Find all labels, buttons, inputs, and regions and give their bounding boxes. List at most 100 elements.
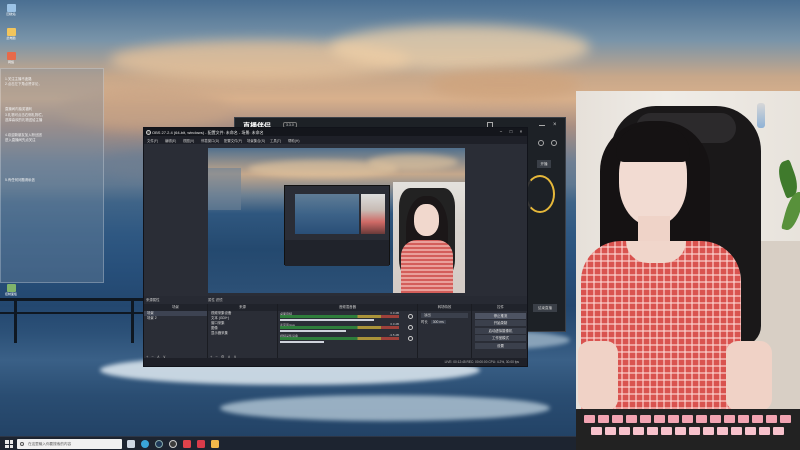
- network-icon: [6, 52, 16, 60]
- keyboard-key: [633, 427, 644, 435]
- wallpaper-railing: [0, 312, 145, 314]
- obs-logo-icon: [146, 129, 151, 135]
- go-live-button[interactable]: 开播: [537, 160, 551, 168]
- keyboard-key: [626, 415, 637, 423]
- start-button[interactable]: [5, 440, 13, 448]
- scenes-dock-title: 场景: [144, 304, 207, 311]
- end-live-button[interactable]: 结束直播: [533, 304, 557, 312]
- obs-preview[interactable]: [208, 148, 465, 293]
- speaker-icon[interactable]: [408, 336, 413, 341]
- transition-select[interactable]: 淡出: [421, 313, 468, 318]
- control-panel-icon: [6, 284, 16, 292]
- maximize-button[interactable]: □: [507, 129, 515, 135]
- scenes-dock: 场景 场景 场景 2 + − ∧ ∨: [144, 304, 208, 360]
- live-helper-icon[interactable]: [183, 440, 191, 448]
- keyboard-key: [598, 415, 609, 423]
- minimize-button[interactable]: −: [497, 129, 505, 135]
- keyboard-key: [619, 427, 630, 435]
- keyboard-key: [668, 415, 679, 423]
- transitions-dock: 转场特效 淡出 时长 300 ms: [418, 304, 472, 360]
- preview-camera-source: [393, 182, 465, 293]
- keyboard-key: [682, 415, 693, 423]
- desktop-icon-label: 此电脑: [6, 36, 16, 40]
- source-toolbar[interactable]: 属性 滤镜: [208, 297, 223, 302]
- settings-button[interactable]: 设置: [475, 342, 526, 349]
- menu-tools[interactable]: 工具(T): [270, 138, 281, 143]
- menu-help[interactable]: 帮助(H): [288, 138, 300, 143]
- close-button[interactable]: ×: [517, 129, 525, 135]
- audio-mixer-dock: 音频混音器 桌面音频 0.0 dB 麦克风/Aux 0.0 dB 视频采集设备 …: [278, 304, 418, 360]
- start-recording-button[interactable]: 开始录制: [475, 320, 526, 326]
- mixer-volume-slider[interactable]: [280, 341, 324, 343]
- task-view-icon[interactable]: [127, 440, 135, 448]
- close-icon[interactable]: ×: [553, 122, 559, 128]
- preview-nested-obs: [284, 185, 390, 266]
- mixer-volume-slider[interactable]: [280, 330, 346, 332]
- speaker-icon[interactable]: [408, 325, 413, 330]
- edge-icon[interactable]: [141, 440, 149, 448]
- obs-titlebar[interactable]: OBS 27.2.4 (64-bit, windows) - 配置文件: 未命名…: [144, 128, 527, 136]
- webcam-overlay: [576, 91, 800, 450]
- mixer-track[interactable]: 桌面音频 0.0 dB: [278, 311, 417, 322]
- desktop-icon-recycle-bin[interactable]: 回收站: [3, 4, 19, 18]
- webcam-bangs: [616, 126, 690, 162]
- duration-label: 时长: [421, 320, 428, 324]
- properties-tab[interactable]: 来源属性: [146, 297, 160, 302]
- keyboard-key: [703, 427, 714, 435]
- desktop-icon-label: 回收站: [6, 12, 16, 16]
- mixer-meter: [280, 315, 399, 318]
- obs-icon[interactable]: [169, 440, 177, 448]
- transitions-title: 转场特效: [418, 304, 471, 311]
- mixer-track[interactable]: 视频采集设备 -3.5 dB: [278, 333, 417, 344]
- keyboard-key: [584, 415, 595, 423]
- source-item[interactable]: 显示器采集: [208, 331, 277, 336]
- app-icon[interactable]: [197, 440, 205, 448]
- windows-logo-icon: [5, 444, 9, 448]
- search-icon: [20, 441, 24, 446]
- share-icon[interactable]: [551, 140, 557, 146]
- desktop-icon-computer[interactable]: 此电脑: [3, 28, 19, 42]
- menu-docks[interactable]: 停靠窗口(D): [201, 138, 219, 143]
- preview-note-window: [208, 168, 241, 210]
- obs-statusbar: LIVE: 00:12:45 REC: 00:00:00 CPU: 4.2%, …: [144, 358, 527, 366]
- transition-duration[interactable]: 时长 300 ms: [418, 320, 471, 325]
- taskbar-search-placeholder: 在这里输入你要搜索的内容: [28, 442, 72, 446]
- taskbar-search[interactable]: 在这里输入你要搜索的内容: [17, 439, 122, 449]
- preview-nested-canvas: [295, 194, 359, 234]
- computer-icon: [6, 28, 16, 36]
- menu-edit[interactable]: 编辑(E): [165, 138, 176, 143]
- camera-dress: [401, 240, 453, 293]
- preview-nested-camera: [361, 194, 385, 234]
- desktop-icon-label: 控制面板: [4, 292, 17, 296]
- keyboard-key: [731, 427, 742, 435]
- steam-icon[interactable]: [155, 440, 163, 448]
- minimize-icon[interactable]: [539, 122, 545, 126]
- mixer-volume-slider[interactable]: [280, 319, 374, 321]
- speaker-icon[interactable]: [408, 314, 413, 319]
- file-explorer-icon[interactable]: [211, 440, 219, 448]
- sources-dock-title: 来源: [208, 304, 277, 311]
- menu-profile[interactable]: 配置文件(P): [224, 138, 242, 143]
- windows-logo-icon: [9, 444, 13, 448]
- desktop-icon-control-panel[interactable]: 控制面板: [3, 284, 19, 298]
- webcam-arm: [578, 341, 618, 411]
- keyboard-key: [717, 427, 728, 435]
- menu-file[interactable]: 文件(F): [147, 138, 158, 143]
- message-icon[interactable]: [538, 140, 544, 146]
- obs-window[interactable]: OBS 27.2.4 (64-bit, windows) - 配置文件: 未命名…: [143, 127, 528, 367]
- stop-streaming-button[interactable]: 停止推流: [475, 312, 526, 319]
- menu-scene-collection[interactable]: 场景集合(S): [247, 138, 265, 143]
- virtual-camera-button[interactable]: 启动虚拟摄像机: [475, 327, 526, 334]
- note-window[interactable]: 1.关注主播不迷路 2.点击左下角点赞评论， 直播间内抽奖福利 3.礼物可点击右…: [0, 68, 104, 283]
- wallpaper-railing: [14, 298, 17, 343]
- scene-item[interactable]: 场景 2: [144, 316, 207, 321]
- menu-view[interactable]: 视图(V): [183, 138, 194, 143]
- studio-mode-button[interactable]: 工作室模式: [475, 335, 526, 341]
- keyboard-key: [745, 427, 756, 435]
- note-line: 5.有任何问题请私信: [5, 178, 35, 183]
- keyboard-key: [696, 415, 707, 423]
- duration-value[interactable]: 300 ms: [430, 320, 446, 324]
- desktop-icon-network[interactable]: 网络: [3, 52, 19, 66]
- mixer-track[interactable]: 麦克风/Aux 0.0 dB: [278, 322, 417, 333]
- controls-title: 控件: [472, 304, 527, 311]
